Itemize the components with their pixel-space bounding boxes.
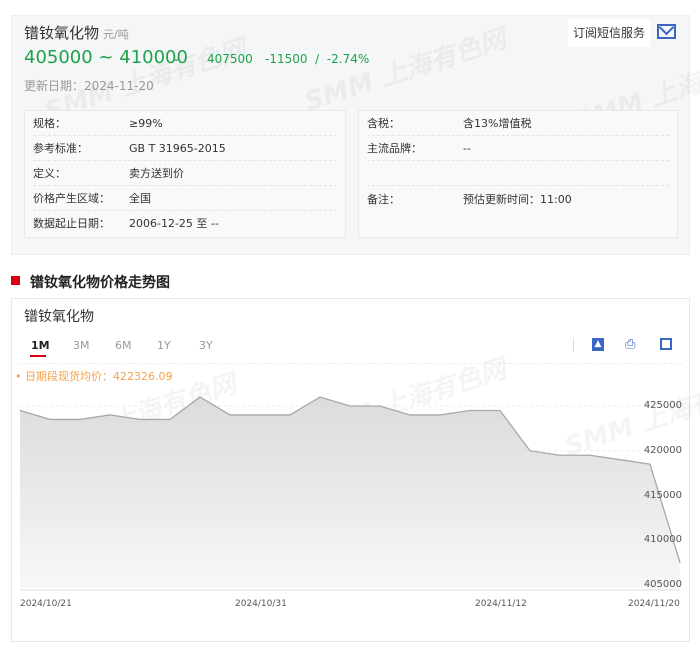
y-tick-label: 420000 <box>643 444 682 456</box>
data-point[interactable] <box>109 414 111 416</box>
data-point[interactable] <box>649 463 651 465</box>
area-fill <box>20 397 680 588</box>
y-tick-label: 410000 <box>643 534 682 546</box>
data-point[interactable] <box>49 418 51 420</box>
data-point[interactable] <box>319 396 321 398</box>
y-tick-label: 405000 <box>643 579 682 590</box>
tab-3m[interactable]: 3M <box>73 339 90 352</box>
data-point[interactable] <box>139 418 141 420</box>
data-point[interactable] <box>19 409 21 411</box>
y-tick-label: 415000 <box>643 489 682 501</box>
data-point[interactable] <box>79 418 81 420</box>
data-point[interactable] <box>259 414 261 416</box>
tab-3y[interactable]: 3Y <box>199 339 213 352</box>
x-tick-label: 2024/10/21 <box>20 599 72 609</box>
price-chart <box>19 396 681 591</box>
x-tick-label: 2024/10/31 <box>235 599 287 609</box>
data-point[interactable] <box>469 409 471 411</box>
data-point[interactable] <box>499 409 501 411</box>
data-point[interactable] <box>229 414 231 416</box>
data-point[interactable] <box>559 454 561 456</box>
y-tick-label: 425000 <box>643 400 682 411</box>
tab-1y[interactable]: 1Y <box>157 339 171 352</box>
data-point[interactable] <box>409 414 411 416</box>
data-point[interactable] <box>619 459 621 461</box>
x-tick-label: 2024/11/12 <box>475 599 527 609</box>
tab-1m[interactable]: 1M <box>31 339 50 352</box>
data-point[interactable] <box>349 405 351 407</box>
data-point[interactable] <box>589 454 591 456</box>
x-tick-label: 2024/11/20 <box>628 599 680 609</box>
data-point[interactable] <box>199 396 201 398</box>
data-point[interactable] <box>289 414 291 416</box>
data-point[interactable] <box>439 414 441 416</box>
tab-6m[interactable]: 6M <box>115 339 132 352</box>
data-point[interactable] <box>679 562 681 564</box>
data-point[interactable] <box>169 418 171 420</box>
data-point[interactable] <box>379 405 381 407</box>
data-point[interactable] <box>529 450 531 452</box>
